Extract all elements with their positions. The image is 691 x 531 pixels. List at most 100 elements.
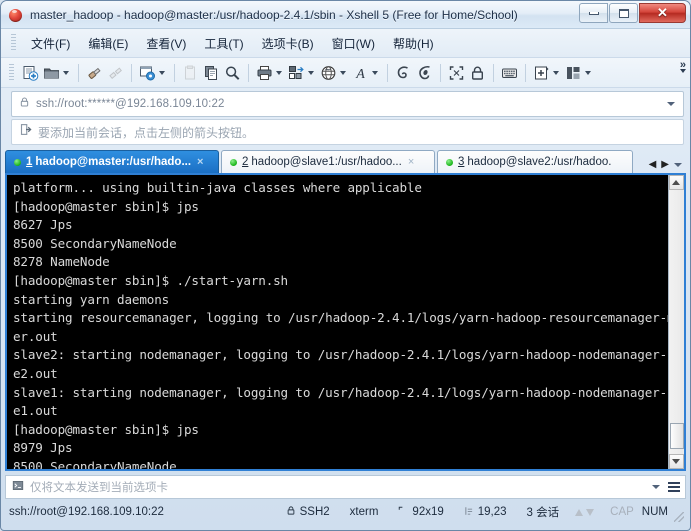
toolbar-separator — [248, 63, 249, 82]
toolbar-overflow-button[interactable]: » — [680, 60, 686, 73]
font-icon[interactable]: A — [350, 62, 382, 84]
terminal-line: 8500 SecondaryNameNode — [13, 458, 177, 469]
terminal-line: platform... using builtin-java classes w… — [13, 180, 422, 195]
terminal-line: starting resourcemanager, logging to /us… — [13, 310, 668, 326]
highlight-icon[interactable] — [414, 62, 435, 84]
tab-hadoop-master[interactable]: 1 hadoop@master:/usr/hado... × — [5, 150, 219, 173]
terminal-line: slave2: starting nodemanager, logging to… — [13, 347, 668, 363]
send-to-tab-bar[interactable]: 仅将文本发送到当前选项卡 — [5, 475, 686, 499]
toolbar-separator — [493, 63, 494, 82]
tab-list-chevron-down-icon[interactable] — [674, 162, 682, 167]
tab-hadoop-slave2[interactable]: 3 hadoop@slave2:/usr/hadoo. — [437, 150, 633, 173]
maximize-button[interactable] — [609, 3, 638, 23]
status-size-label: 92x19 — [412, 506, 444, 518]
toolbar-separator — [525, 63, 526, 82]
print-icon[interactable] — [254, 62, 286, 84]
toolbar: A » — [1, 58, 690, 88]
status-dot-icon — [446, 158, 453, 166]
fullscreen-icon[interactable] — [446, 62, 467, 84]
menu-grip[interactable] — [11, 34, 16, 52]
download-arrow-icon — [586, 508, 595, 516]
tab-number: 1 — [26, 156, 33, 168]
tab-navigation: ◀ ▶ — [645, 159, 686, 173]
terminal-line: [hadoop@master sbin]$ jps — [13, 198, 199, 214]
send-to-tab-input[interactable]: 仅将文本发送到当前选项卡 — [30, 479, 168, 495]
scroll-up-button[interactable] — [668, 175, 684, 190]
terminal-line: slave1: starting nodemanager, logging to… — [13, 384, 668, 400]
status-caps-lock: CAP — [610, 506, 634, 518]
session-properties-icon[interactable] — [137, 62, 169, 84]
minimize-button[interactable] — [579, 3, 608, 23]
chevron-down-icon[interactable] — [308, 70, 314, 75]
terminal-line: er.out — [13, 328, 58, 344]
compose-bar-icon[interactable] — [393, 62, 414, 84]
add-pane-icon[interactable] — [531, 62, 563, 84]
scroll-down-button[interactable] — [668, 454, 684, 469]
chevron-down-icon[interactable] — [372, 70, 378, 75]
scrollbar-thumb[interactable] — [669, 423, 684, 449]
disconnect-icon[interactable] — [105, 62, 126, 84]
tab-number: 2 — [242, 156, 249, 168]
connect-icon[interactable] — [84, 62, 105, 84]
lock-icon[interactable] — [467, 62, 488, 84]
tab-number: 3 — [458, 156, 465, 168]
tab-next-button[interactable]: ▶ — [661, 159, 669, 170]
status-cursor-position: 19,23 — [454, 506, 517, 519]
terminal-send-icon — [12, 478, 24, 496]
add-session-hint-bar: 要添加当前会话，点击左侧的箭头按钮。 — [11, 119, 684, 145]
paste-disabled-icon[interactable] — [180, 62, 201, 84]
status-dot-icon — [14, 158, 21, 166]
address-bar[interactable]: ssh://root:******@192.168.109.10:22 — [11, 91, 684, 117]
find-icon[interactable] — [222, 62, 243, 84]
add-session-hint-text: 要添加当前会话，点击左侧的箭头按钮。 — [38, 125, 255, 140]
window-controls: ✕ — [579, 3, 686, 23]
copy-icon[interactable] — [201, 62, 222, 84]
address-input[interactable]: ssh://root:******@192.168.109.10:22 — [36, 98, 224, 110]
hamburger-icon[interactable] — [668, 482, 680, 492]
status-cursor-label: 19,23 — [477, 506, 507, 518]
keyboard-icon[interactable] — [499, 62, 520, 84]
toolbar-grip[interactable] — [9, 63, 14, 82]
chevron-down-icon[interactable] — [652, 485, 660, 489]
toolbar-separator — [387, 63, 388, 82]
terminal-output[interactable]: platform... using builtin-java classes w… — [7, 175, 668, 469]
new-session-icon[interactable] — [20, 62, 41, 84]
menu-view[interactable]: 查看(V) — [137, 31, 195, 56]
chevron-down-icon[interactable] — [276, 70, 282, 75]
chevron-down-icon[interactable] — [63, 70, 69, 75]
tab-prev-button[interactable]: ◀ — [649, 159, 657, 170]
chevron-down-icon[interactable] — [159, 70, 165, 75]
terminal-line: 8278 NameNode — [13, 254, 110, 270]
chevron-down-icon[interactable] — [340, 70, 346, 75]
terminal-line: [hadoop@master sbin]$ jps — [13, 421, 199, 437]
status-term-type: xterm — [349, 506, 379, 518]
layout-icon[interactable] — [286, 62, 318, 84]
menu-edit[interactable]: 编辑(E) — [79, 31, 137, 56]
menu-tools[interactable]: 工具(T) — [195, 31, 252, 56]
toolbar-separator — [174, 63, 175, 82]
status-bar: ssh://root@192.168.109.10:22 SSH2 xterm … — [5, 501, 686, 523]
split-view-icon[interactable] — [563, 62, 595, 84]
menu-window[interactable]: 窗口(W) — [323, 31, 384, 56]
upload-arrow-icon — [575, 508, 584, 516]
open-folder-icon[interactable] — [41, 62, 73, 84]
chevron-down-icon[interactable] — [553, 70, 559, 75]
menu-file[interactable]: 文件(F) — [22, 31, 79, 56]
tab-close-icon[interactable]: × — [197, 156, 203, 168]
svg-text:A: A — [355, 67, 365, 81]
menu-bar: 文件(F) 编辑(E) 查看(V) 工具(T) 选项卡(B) 窗口(W) 帮助(… — [1, 29, 690, 58]
title-bar: master_hadoop - hadoop@master:/usr/hadoo… — [1, 1, 690, 29]
terminal-scrollbar[interactable] — [667, 175, 684, 469]
xshell-window: master_hadoop - hadoop@master:/usr/hadoo… — [0, 0, 691, 531]
resize-grip[interactable] — [674, 512, 684, 522]
close-button[interactable]: ✕ — [639, 3, 686, 23]
menu-help[interactable]: 帮助(H) — [384, 31, 443, 56]
tab-close-icon[interactable]: × — [408, 156, 414, 168]
tab-label: hadoop@slave1:/usr/hadoo... — [251, 156, 402, 168]
chevron-down-icon[interactable] — [667, 102, 675, 106]
menu-tabs[interactable]: 选项卡(B) — [253, 31, 323, 56]
globe-encoding-icon[interactable] — [318, 62, 350, 84]
lock-icon — [286, 505, 296, 519]
tab-hadoop-slave1[interactable]: 2 hadoop@slave1:/usr/hadoo... × — [221, 150, 435, 173]
chevron-down-icon[interactable] — [585, 70, 591, 75]
